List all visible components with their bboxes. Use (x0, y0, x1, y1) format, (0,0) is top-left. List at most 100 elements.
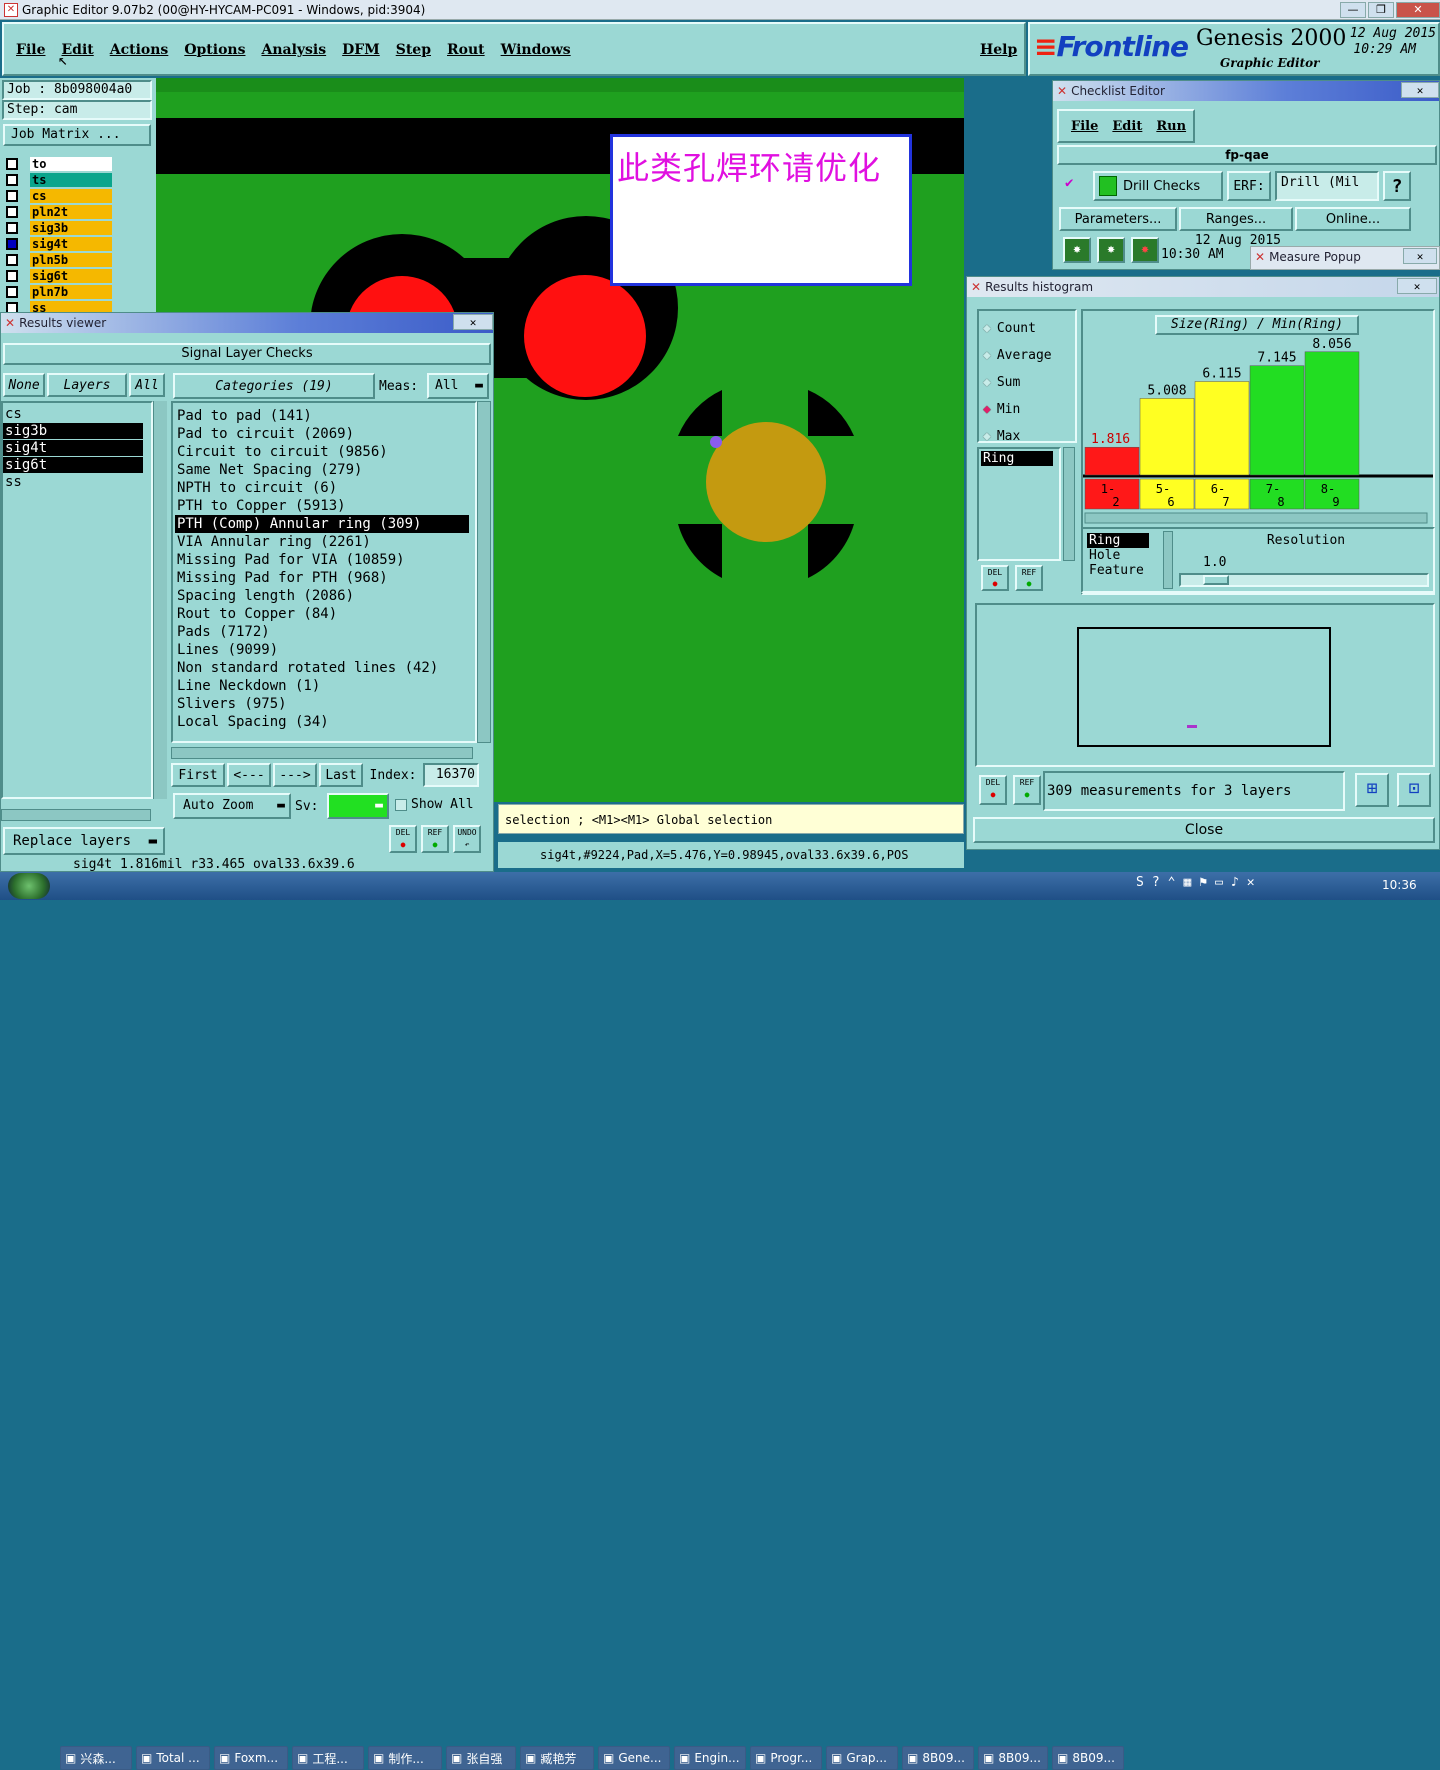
layer-result-item[interactable]: ss (3, 474, 143, 490)
layer-checkbox-icon[interactable] (6, 157, 18, 170)
category-item[interactable]: Pads (7172) (175, 623, 473, 641)
menu-file[interactable]: File (16, 42, 45, 58)
ref-icon[interactable]: REF ● (1013, 775, 1041, 805)
run-icon[interactable]: ✸ (1063, 237, 1091, 263)
stat-radio[interactable]: ◆ Max (983, 423, 1071, 450)
layer-result-item[interactable]: cs (3, 406, 143, 422)
layer-list-hscroll[interactable] (1, 809, 151, 821)
taskbar-item[interactable]: ▣ Progr... (750, 1746, 822, 1770)
taskbar-item[interactable]: ▣ Grap... (826, 1746, 898, 1770)
menu-analysis[interactable]: Analysis (261, 42, 326, 58)
layer-checkbox-icon[interactable] (6, 221, 18, 234)
checklist-menu-run[interactable]: Run (1156, 119, 1186, 134)
filter-item-ring[interactable]: Ring (981, 451, 1053, 466)
tray-help-icon[interactable]: ? (1152, 875, 1160, 890)
histogram-close-x[interactable]: ✕ (1397, 278, 1437, 294)
menu-actions[interactable]: Actions (110, 42, 169, 58)
sv-select[interactable]: ▬ (327, 793, 389, 819)
radio-icon[interactable]: ◆ (983, 321, 991, 336)
category-item[interactable]: VIA Annular ring (2261) (175, 533, 473, 551)
tray-monitor-icon[interactable]: ▭ (1215, 875, 1223, 890)
categories-scrollbar[interactable] (477, 401, 491, 743)
show-all-toggle[interactable]: Show All (395, 797, 474, 812)
tray-volume-icon[interactable]: ♪ (1231, 875, 1239, 890)
checklist-menu-file[interactable]: File (1071, 119, 1098, 134)
filter-list[interactable]: Ring (977, 447, 1061, 561)
run-selected-icon[interactable]: ✸ (1097, 237, 1125, 263)
tray-app-icon[interactable]: S (1136, 875, 1144, 890)
tray-arrow-icon[interactable]: ⌃ (1168, 875, 1176, 890)
taskbar-item[interactable]: ▣ Engin... (674, 1746, 746, 1770)
taskbar-item[interactable]: ▣ 制作... (368, 1746, 442, 1770)
layer-list-scrollbar[interactable] (153, 401, 167, 799)
del-icon[interactable]: DEL ● (389, 825, 417, 853)
layers-button[interactable]: Layers (47, 373, 127, 397)
layer-checkbox-icon[interactable] (6, 237, 18, 250)
undo-icon[interactable]: UNDO ↶ (453, 825, 481, 853)
layer-name[interactable]: sig3b (30, 220, 112, 235)
taskbar-item[interactable]: ▣ 8B09... (902, 1746, 974, 1770)
parameters-button[interactable]: Parameters... (1059, 207, 1177, 231)
category-item[interactable]: Rout to Copper (84) (175, 605, 473, 623)
category-item[interactable]: Same Net Spacing (279) (175, 461, 473, 479)
del-icon[interactable]: DEL ● (979, 775, 1007, 805)
radio-icon[interactable]: ◆ (983, 348, 991, 363)
category-item[interactable]: NPTH to circuit (6) (175, 479, 473, 497)
res-type-scrollbar[interactable] (1163, 531, 1173, 589)
category-item[interactable]: Line Neckdown (1) (175, 677, 473, 695)
slider-thumb[interactable] (1203, 575, 1229, 585)
category-item[interactable]: PTH to Copper (5913) (175, 497, 473, 515)
layer-name[interactable]: sig6t (30, 268, 112, 283)
check-enabled-icon[interactable]: ✔ (1065, 175, 1073, 191)
layer-name[interactable]: to (30, 156, 112, 171)
none-button[interactable]: None (3, 373, 45, 397)
res-item-feature[interactable]: Feature (1087, 563, 1153, 578)
layer-row[interactable]: sig6t (4, 268, 124, 284)
layer-name[interactable]: cs (30, 188, 112, 203)
start-button[interactable] (8, 873, 50, 899)
layer-row[interactable]: ts (4, 172, 124, 188)
layer-row[interactable]: pln5b (4, 252, 124, 268)
checkbox-icon[interactable] (395, 798, 407, 811)
res-type-list[interactable]: Ring Hole Feature (1087, 533, 1153, 578)
radio-icon[interactable]: ◆ (983, 429, 991, 444)
layer-checkbox-icon[interactable] (6, 285, 18, 298)
maximize-button[interactable]: ❐ (1368, 1, 1394, 18)
layer-result-item[interactable]: sig3b (3, 423, 143, 439)
layer-results-list[interactable]: cs sig3b sig4t sig6t ss (1, 401, 153, 799)
category-item[interactable]: Spacing length (2086) (175, 587, 473, 605)
layer-row[interactable]: pln2t (4, 204, 124, 220)
taskbar-item[interactable]: ▣ Total ... (136, 1746, 210, 1770)
stat-radio[interactable]: ◆ Sum (983, 369, 1071, 396)
taskbar-item[interactable]: ▣ 臧艳芳 (520, 1746, 594, 1770)
ranges-button[interactable]: Ranges... (1179, 207, 1293, 231)
drill-checks-item[interactable]: Drill Checks (1093, 171, 1223, 201)
prev-button[interactable]: <--- (227, 763, 271, 787)
layer-checkbox-icon[interactable] (6, 253, 18, 266)
last-button[interactable]: Last (319, 763, 363, 787)
checklist-close[interactable]: ✕ (1401, 82, 1439, 98)
tray-network-icon[interactable]: ▦ (1183, 875, 1191, 890)
job-matrix-button[interactable]: Job Matrix ... (3, 124, 151, 146)
zoom-select-icon[interactable]: ⊡ (1397, 773, 1431, 807)
menu-step[interactable]: Step (396, 42, 431, 58)
measure-popup-close[interactable]: ✕ (1403, 248, 1437, 264)
categories-list[interactable]: Pad to pad (141) Pad to circuit (2069) Cir… (171, 401, 477, 743)
category-item[interactable]: Circuit to circuit (9856) (175, 443, 473, 461)
taskbar-item[interactable]: ▣ Gene... (598, 1746, 670, 1770)
categories-hscroll[interactable] (171, 747, 473, 759)
layer-checkbox-icon[interactable] (6, 189, 18, 202)
replace-layers-select[interactable]: Replace layers ▬ (3, 827, 165, 855)
category-item[interactable]: Pad to pad (141) (175, 407, 473, 425)
layer-row[interactable]: cs (4, 188, 124, 204)
menu-help[interactable]: Help (980, 42, 1017, 58)
results-viewer-close[interactable]: ✕ (453, 314, 493, 330)
online-button[interactable]: Online... (1295, 207, 1411, 231)
category-item[interactable]: Lines (9099) (175, 641, 473, 659)
res-item-hole[interactable]: Hole (1087, 548, 1153, 563)
taskbar-item[interactable]: ▣ 张自强 (446, 1746, 516, 1770)
layer-name[interactable]: ts (30, 172, 112, 187)
menu-windows[interactable]: Windows (501, 42, 571, 58)
res-item-ring[interactable]: Ring (1087, 533, 1149, 548)
tray-x-icon[interactable]: ✕ (1247, 875, 1255, 890)
